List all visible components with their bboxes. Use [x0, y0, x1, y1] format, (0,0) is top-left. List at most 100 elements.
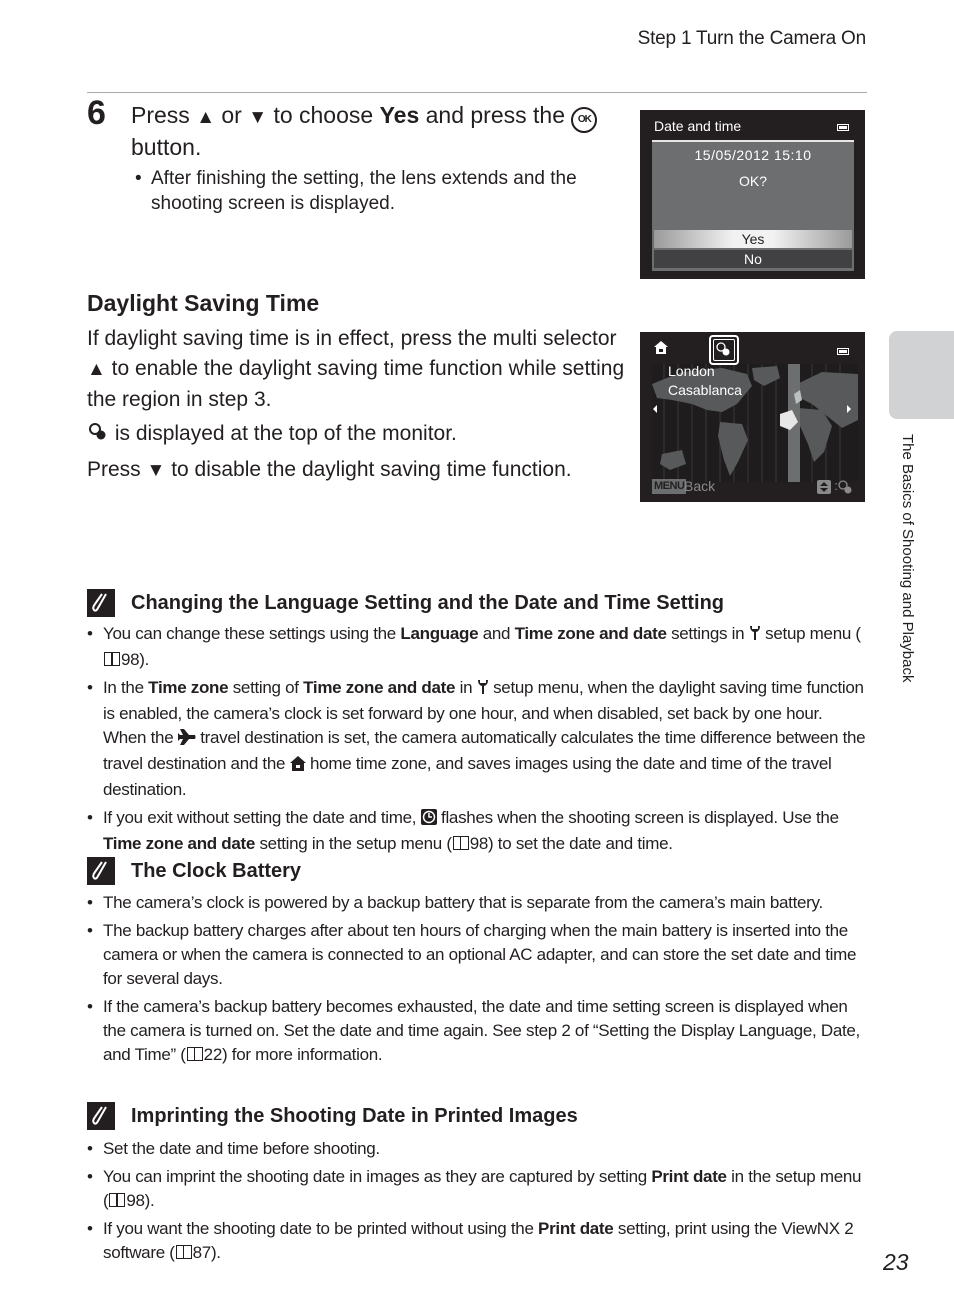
- menu-item-ref: Time zone: [148, 678, 229, 697]
- note-title: The Clock Battery: [131, 859, 302, 882]
- wrench-icon: [749, 624, 761, 648]
- home-icon: [654, 341, 668, 357]
- up-triangle-icon: ▲: [196, 107, 215, 128]
- up-triangle-icon: ▲: [87, 359, 106, 380]
- down-triangle-icon: ▼: [146, 460, 166, 481]
- text: and: [478, 624, 515, 643]
- step-title-text: to choose: [273, 102, 374, 128]
- text: Press: [87, 458, 141, 481]
- dst-paragraph: is displayed at the top of the monitor.: [87, 419, 632, 451]
- city-secondary: Casablanca: [668, 382, 742, 398]
- home-icon: [289, 754, 306, 778]
- step-number: 6: [87, 94, 106, 132]
- text: to disable the daylight saving time func…: [171, 458, 572, 481]
- text: You can imprint the shooting date in ima…: [103, 1167, 652, 1186]
- note-list: You can change these settings using the …: [87, 622, 868, 860]
- page-ref[interactable]: 98).: [121, 650, 149, 669]
- book-icon: [109, 1193, 126, 1207]
- page-ref[interactable]: 22) for more information.: [204, 1045, 383, 1064]
- step-bullets: After finishing the setting, the lens ex…: [135, 166, 595, 216]
- step-title-text: Press: [131, 102, 190, 128]
- running-head: Step 1 Turn the Camera On: [637, 28, 867, 49]
- datetime-value: 15/05/2012 15:10: [694, 147, 812, 163]
- right-arrow-icon[interactable]: [847, 405, 851, 413]
- note-pencil-icon: [87, 857, 115, 885]
- clock-warning-icon: [420, 808, 437, 832]
- daylight-saving-icon: [87, 421, 109, 451]
- text: setup menu (: [765, 624, 861, 643]
- text: If daylight saving time is in effect, pr…: [87, 327, 617, 350]
- header-rule: [87, 92, 867, 93]
- note-list: The camera’s clock is powered by a backu…: [87, 891, 868, 1071]
- daylight-saving-icon: [837, 479, 853, 498]
- text: In the: [103, 678, 149, 697]
- option-no[interactable]: No: [654, 250, 852, 268]
- book-icon: [175, 1245, 192, 1259]
- down-triangle-icon: ▼: [248, 107, 268, 128]
- step-title-yes: Yes: [379, 102, 420, 128]
- text: settings in: [666, 624, 749, 643]
- book-icon: [104, 652, 120, 666]
- menu-item-ref: Print date: [538, 1219, 614, 1238]
- note-heading: Changing the Language Setting and the Da…: [87, 589, 724, 617]
- menu-item-ref: Time zone and date: [514, 624, 667, 643]
- wrench-icon: [477, 678, 489, 702]
- chapter-tab: [889, 331, 954, 419]
- step-title-text: and press the: [425, 102, 565, 128]
- text: If you want the shooting date to be prin…: [103, 1219, 539, 1238]
- battery-icon: [837, 348, 849, 355]
- step-title: Press ▲ or ▼ to choose Yes and press the…: [131, 101, 621, 162]
- step-title-text: button.: [131, 134, 202, 160]
- note-pencil-icon: [87, 589, 115, 617]
- text: setting of: [228, 678, 304, 697]
- note-pencil-icon: [87, 1102, 115, 1130]
- list-item: After finishing the setting, the lens ex…: [135, 166, 595, 216]
- note-title: Imprinting the Shooting Date in Printed …: [131, 1104, 578, 1127]
- step-title-text: or: [221, 102, 242, 128]
- list-item: If you exit without setting the date and…: [87, 806, 868, 856]
- text: If you exit without setting the date and…: [103, 808, 421, 827]
- text: You can change these settings using the: [103, 624, 401, 643]
- confirm-panel: 15/05/2012 15:10 OK? Yes No: [652, 140, 854, 271]
- back-label[interactable]: Back: [684, 478, 715, 494]
- list-item: The camera’s clock is powered by a backu…: [87, 891, 868, 915]
- menu-key-icon: MENU: [652, 479, 687, 494]
- page-ref[interactable]: 98) to set the date and time.: [470, 834, 673, 853]
- list-item: In the Time zone setting of Time zone an…: [87, 676, 868, 802]
- list-item: You can change these settings using the …: [87, 622, 868, 672]
- menu-item-ref: Language: [400, 624, 479, 643]
- note-heading: The Clock Battery: [87, 857, 301, 885]
- chapter-label-text: The Basics of Shooting and Playback: [899, 434, 916, 683]
- screen-title: Date and time: [654, 118, 742, 134]
- menu-item-ref: Print date: [651, 1167, 727, 1186]
- page-number: 23: [883, 1249, 909, 1275]
- note-title: Changing the Language Setting and the Da…: [131, 591, 724, 614]
- city-home: London: [668, 363, 715, 379]
- note-list: Set the date and time before shooting. Y…: [87, 1137, 868, 1269]
- book-icon: [186, 1047, 203, 1061]
- list-item: You can imprint the shooting date in ima…: [87, 1165, 868, 1213]
- camera-screen-world-map: London Casablanca MENU Back :: [640, 332, 865, 502]
- section-title-daylight-saving: Daylight Saving Time: [87, 290, 320, 316]
- battery-icon: [837, 124, 849, 131]
- airplane-icon: [177, 728, 196, 752]
- dst-paragraph: Press ▼ to disable the daylight saving t…: [87, 455, 632, 486]
- text: setting in the setup menu (: [255, 834, 452, 853]
- text: to enable the daylight saving time funct…: [87, 357, 625, 411]
- list-item: If the camera’s backup battery becomes e…: [87, 995, 868, 1067]
- camera-screen-date-confirm: Date and time 15/05/2012 15:10 OK? Yes N…: [640, 110, 865, 279]
- page-ref[interactable]: 98).: [126, 1191, 154, 1210]
- chapter-label: The Basics of Shooting and Playback: [896, 434, 916, 734]
- multi-selector-updown-icon: [817, 480, 831, 494]
- page-ref[interactable]: 87).: [193, 1243, 221, 1262]
- ok-button-icon: OK: [571, 107, 598, 133]
- option-yes[interactable]: Yes: [654, 230, 852, 248]
- text: flashes when the shooting screen is disp…: [441, 808, 839, 827]
- confirm-prompt: OK?: [738, 173, 767, 189]
- list-item: If you want the shooting date to be prin…: [87, 1217, 868, 1265]
- daylight-saving-body: If daylight saving time is in effect, pr…: [87, 324, 632, 486]
- text: is displayed at the top of the monitor.: [114, 422, 457, 445]
- dst-paragraph: If daylight saving time is in effect, pr…: [87, 324, 632, 415]
- left-arrow-icon[interactable]: [653, 405, 657, 413]
- text: in: [455, 678, 477, 697]
